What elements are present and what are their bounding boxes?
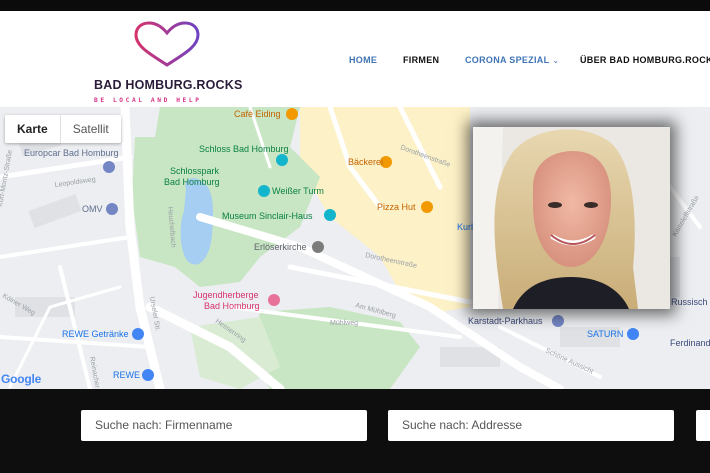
address-search-input[interactable]: Suche nach: Addresse xyxy=(388,410,674,441)
nav-home[interactable]: HOME xyxy=(349,55,377,65)
map-label[interactable]: Schloss Bad Homburg xyxy=(199,144,289,154)
map-label[interactable]: Bad Homburg xyxy=(164,177,220,187)
company-search-input[interactable]: Suche nach: Firmenname xyxy=(81,410,367,441)
svg-text:Kurt-Moritz-Straße: Kurt-Moritz-Straße xyxy=(0,149,14,207)
map-label[interactable]: OMV xyxy=(82,204,103,214)
nav-corona-label: CORONA SPEZIAL xyxy=(465,55,550,65)
map-label[interactable]: Ferdinand xyxy=(670,338,710,348)
tab-karte[interactable]: Karte xyxy=(5,115,60,143)
map-label[interactable]: Café Eiding xyxy=(234,109,281,119)
svg-text:Mühlweg: Mühlweg xyxy=(330,320,358,327)
nav-corona-spezial[interactable]: CORONA SPEZIAL ⌄ xyxy=(465,55,559,65)
google-attribution: Google xyxy=(1,372,41,386)
svg-text:Schöne Aussicht: Schöne Aussicht xyxy=(544,347,594,375)
top-bar xyxy=(0,0,710,11)
map-label[interactable]: Kurl xyxy=(457,222,473,232)
map[interactable]: Leopoldsweg Heuchelbach Urseler Str. Hes… xyxy=(0,107,710,389)
map-label[interactable]: Jugendherberge xyxy=(193,290,259,300)
site-logo[interactable]: BAD HOMBURG.ROCKS BE LOCAL AND HELP xyxy=(94,21,243,104)
map-type-toggle: Karte Satellit xyxy=(5,115,121,143)
map-label[interactable]: Europcar Bad Homburg xyxy=(24,148,119,158)
brand-tagline: BE LOCAL AND HELP xyxy=(94,97,202,104)
map-label[interactable]: SATURN xyxy=(587,329,623,339)
svg-text:Urseler Str.: Urseler Str. xyxy=(148,296,161,332)
map-label[interactable]: Bäckerei xyxy=(348,157,383,167)
svg-text:Kisseleffstraße: Kisseleffstraße xyxy=(672,194,701,238)
search-bar: Suche nach: Firmenname Suche nach: Addre… xyxy=(0,389,710,473)
heart-soundwave-icon xyxy=(134,21,200,67)
nav-firmen[interactable]: FIRMEN xyxy=(403,55,439,65)
chevron-down-icon: ⌄ xyxy=(552,56,560,65)
svg-text:Leopoldsweg: Leopoldsweg xyxy=(54,176,96,189)
map-label[interactable]: Pizza Hut xyxy=(377,202,416,212)
site-header: BAD HOMBURG.ROCKS BE LOCAL AND HELP HOME… xyxy=(0,11,710,107)
google-logo-text: Google xyxy=(1,372,42,386)
profile-photo xyxy=(473,127,670,309)
map-label[interactable]: Weißer Turm xyxy=(272,186,324,196)
map-label[interactable]: Museum Sinclair-Haus xyxy=(222,211,313,221)
map-label[interactable]: Schlosspark xyxy=(170,166,219,176)
third-search-input[interactable] xyxy=(696,410,710,441)
portrait-image xyxy=(473,127,670,309)
map-label[interactable]: Bad Homburg xyxy=(204,301,260,311)
map-label[interactable]: Russisch xyxy=(671,297,708,307)
map-label[interactable]: Karstadt-Parkhaus xyxy=(468,316,543,326)
nav-ueber[interactable]: ÜBER BAD HOMBURG.ROCKS xyxy=(580,55,710,65)
map-label[interactable]: Erlöserkirche xyxy=(254,242,307,252)
map-label[interactable]: REWE xyxy=(113,370,140,380)
map-label[interactable]: REWE Getränke xyxy=(62,329,129,339)
brand-name: BAD HOMBURG.ROCKS xyxy=(94,78,243,92)
tab-satellit[interactable]: Satellit xyxy=(59,115,121,143)
